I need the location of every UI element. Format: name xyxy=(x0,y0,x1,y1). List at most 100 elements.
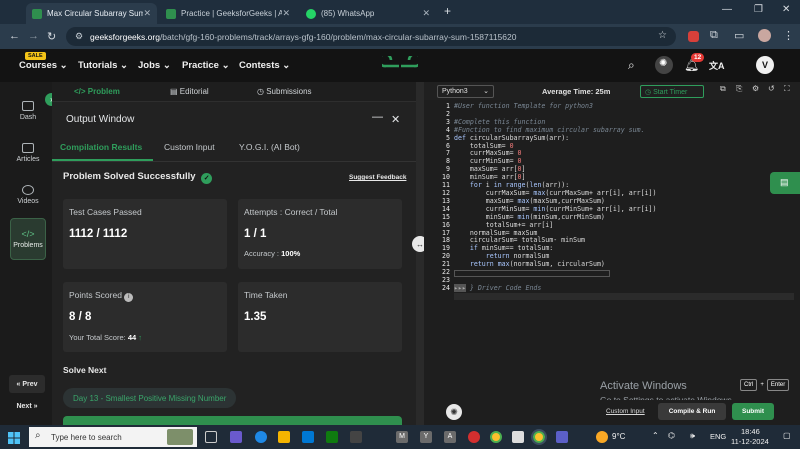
menu-tutorials[interactable]: Tutorials ⌄ xyxy=(78,60,128,71)
chrome-icon[interactable] xyxy=(490,431,502,443)
tab-editorial[interactable]: ▤ Editorial xyxy=(170,87,209,96)
windows-start-icon[interactable] xyxy=(8,431,20,444)
url-path: /batch/gfg-160-problems/track/arrays-gfg… xyxy=(159,31,517,42)
article-icon xyxy=(22,143,34,153)
sidebar-item-problems[interactable]: </> Problems xyxy=(10,218,46,260)
reload-icon[interactable]: ↻ xyxy=(47,30,56,43)
opera-icon[interactable] xyxy=(468,431,480,443)
minimize-icon[interactable]: — xyxy=(722,4,732,15)
tab-title: (85) WhatsApp xyxy=(321,9,375,18)
menu-practice[interactable]: Practice ⌄ xyxy=(182,60,230,71)
store-icon[interactable] xyxy=(302,431,314,443)
close-icon[interactable]: ✕ xyxy=(422,8,430,19)
next-problem-button[interactable]: Next » xyxy=(9,397,45,415)
code-content[interactable]: #User function Template for python3 #Com… xyxy=(454,102,656,293)
app-icon[interactable] xyxy=(326,431,338,443)
tray-chevron-icon[interactable]: ⌃ xyxy=(652,431,659,440)
fullscreen-icon[interactable]: ⛶ xyxy=(784,84,790,94)
copy-icon[interactable]: ⧉ xyxy=(720,84,726,94)
settings-icon[interactable]: ⚙ xyxy=(752,84,759,93)
menu-contests[interactable]: Contests ⌄ xyxy=(239,60,290,71)
network-icon[interactable]: ⌬ xyxy=(668,431,675,440)
browser-toolbar: ← → ↻ ⚙ geeksforgeeks.org/batch/gfg-160-… xyxy=(0,24,800,49)
browser-menu-icon[interactable]: ⋮ xyxy=(783,29,794,42)
site-header: SALE Courses ⌄ Tutorials ⌄ Jobs ⌄ Practi… xyxy=(0,49,800,82)
sidebar-item-articles[interactable]: Articles xyxy=(10,134,46,172)
copilot-icon[interactable] xyxy=(230,431,242,443)
tab-problem[interactable]: </> Problem xyxy=(74,87,120,96)
sidebar-panel-icon[interactable]: ▭ xyxy=(734,29,744,42)
address-bar[interactable]: ⚙ geeksforgeeks.org/batch/gfg-160-proble… xyxy=(66,27,676,46)
browser-tab[interactable]: (85) WhatsApp ✕ xyxy=(300,3,436,24)
solve-next-label: Solve Next xyxy=(63,365,107,375)
app-m-icon[interactable]: M xyxy=(396,431,408,443)
site-info-icon[interactable]: ⚙ xyxy=(75,31,83,42)
teams-icon[interactable] xyxy=(556,431,568,443)
language-indicator[interactable]: ENG xyxy=(710,432,726,441)
activate-windows-title: Activate Windows xyxy=(600,380,687,392)
panel-divider[interactable]: ↔ xyxy=(412,82,428,425)
chat-button[interactable]: ▤ xyxy=(770,172,800,194)
extension-icon[interactable] xyxy=(688,31,699,42)
notifications-icon[interactable]: ▢ xyxy=(783,431,791,440)
compile-run-button[interactable]: Compile & Run xyxy=(658,403,726,420)
weather-icon[interactable] xyxy=(596,431,608,443)
weather-temp[interactable]: 9°C xyxy=(612,432,625,441)
speaker-icon[interactable]: 🕪︎ xyxy=(690,431,695,441)
reset-icon[interactable]: ↺ xyxy=(768,84,775,93)
paste-icon[interactable]: ⎘ xyxy=(736,84,742,94)
close-panel-icon[interactable]: ✕ xyxy=(391,113,400,126)
tab-submissions[interactable]: ◷ Submissions xyxy=(257,87,312,96)
forward-icon[interactable]: → xyxy=(28,30,39,42)
code-editor[interactable]: 1 2 3 4 5 6 7 8 9 10 11 12 13 14 15 16 17 18 19 20 21 22 23 24 … xyxy=(424,100,800,405)
line-numbers: 1 2 3 4 5 6 7 8 9 10 11 12 13 14 15 16 17 18 19 20 21 22 23 24 xyxy=(442,102,450,292)
close-icon[interactable]: ✕ xyxy=(282,8,290,19)
submit-button[interactable]: Submit xyxy=(732,403,774,420)
time-taken-value: 1.35 xyxy=(244,311,267,323)
close-window-icon[interactable]: ✕ xyxy=(782,4,790,15)
edge-browser-icon[interactable] xyxy=(255,431,267,443)
bookmark-star-icon[interactable]: ☆ xyxy=(658,30,667,41)
file-explorer-icon[interactable] xyxy=(278,431,290,443)
app-icon[interactable] xyxy=(512,431,524,443)
sidebar-item-dash[interactable]: Dash xyxy=(10,92,46,130)
app-a-icon[interactable]: A xyxy=(444,431,456,443)
next-problem-chip[interactable]: Day 13 - Smallest Positive Missing Numbe… xyxy=(63,388,237,408)
task-view-icon[interactable] xyxy=(205,431,217,443)
translate-icon[interactable]: 文A xyxy=(709,59,725,72)
close-icon[interactable]: ✕ xyxy=(143,8,151,19)
user-avatar[interactable]: V xyxy=(756,56,774,74)
suggest-feedback-link[interactable]: Suggest Feedback xyxy=(349,174,406,181)
test-cases-card: Test Cases Passed 1112 / 1112 xyxy=(63,199,227,269)
language-select[interactable]: Python3 ⌄ xyxy=(437,85,494,98)
theme-toggle[interactable]: ✺ xyxy=(655,56,673,74)
gfg-logo[interactable] xyxy=(377,52,423,76)
menu-courses[interactable]: Courses ⌄ xyxy=(19,60,68,71)
clock-time[interactable]: 18:46 xyxy=(741,427,760,436)
prev-problem-button[interactable]: « Prev xyxy=(9,375,45,393)
restore-icon[interactable]: ❐ xyxy=(754,4,763,15)
start-timer-button[interactable]: ◷ Start Timer xyxy=(640,85,704,98)
url-host: geeksforgeeks.org xyxy=(90,31,160,42)
custom-input-link[interactable]: Custom Input xyxy=(606,408,645,415)
clock-date[interactable]: 11-12-2024 xyxy=(731,437,769,446)
info-icon[interactable]: i xyxy=(124,293,134,302)
theme-light-icon[interactable]: ✺ xyxy=(446,404,462,420)
chrome-active-icon[interactable] xyxy=(531,429,547,445)
tab-compilation-results[interactable]: Compilation Results xyxy=(60,142,142,152)
tab-custom-input[interactable]: Custom Input xyxy=(164,142,215,152)
browser-tab[interactable]: Practice | GeeksforGeeks | A co ✕ xyxy=(160,3,296,24)
app-y-icon[interactable]: Y xyxy=(420,431,432,443)
menu-jobs[interactable]: Jobs ⌄ xyxy=(138,60,171,71)
extensions-puzzle-icon[interactable]: ⧉ xyxy=(710,29,718,42)
back-icon[interactable]: ← xyxy=(9,30,20,42)
profile-avatar[interactable] xyxy=(758,29,771,42)
tab-yogi-ai-bot[interactable]: Y.O.G.I. (AI Bot) xyxy=(239,142,300,152)
minimize-panel-icon[interactable]: — xyxy=(372,111,383,123)
sidebar-item-videos[interactable]: Videos xyxy=(10,176,46,214)
new-tab-icon[interactable]: + xyxy=(444,4,451,18)
mail-icon[interactable] xyxy=(350,431,362,443)
browser-tab-active[interactable]: Max Circular Subarray Sum | Pr ✕ xyxy=(26,3,157,24)
search-icon[interactable]: ⌕ xyxy=(628,58,635,73)
taskbar-search-input[interactable]: ⌕ Type here to search xyxy=(29,427,197,447)
